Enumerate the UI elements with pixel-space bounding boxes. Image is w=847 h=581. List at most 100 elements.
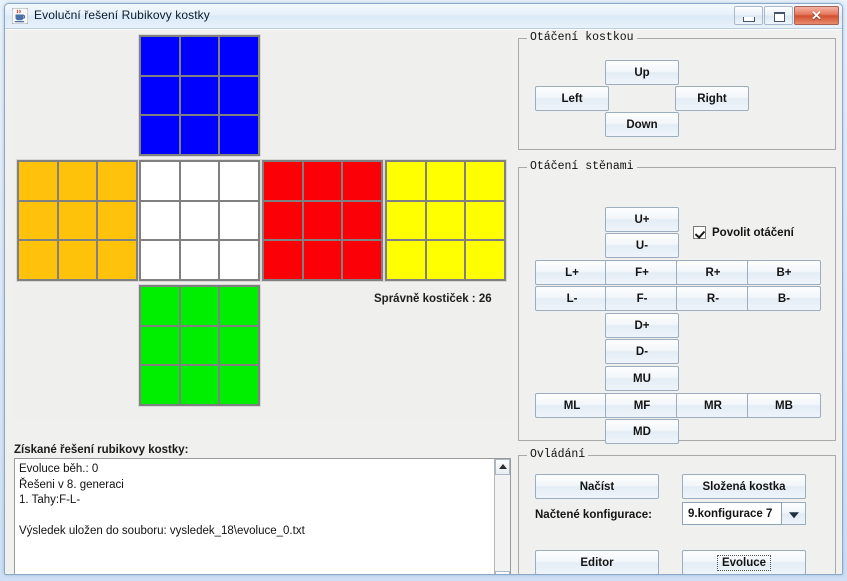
cube-sticker[interactable] — [58, 201, 97, 240]
rotate-d-minus-button[interactable]: D- — [605, 339, 679, 364]
cube-sticker[interactable] — [343, 162, 381, 200]
rotate-l-minus-button[interactable]: L- — [535, 286, 609, 311]
enable-rotation-checkbox[interactable] — [693, 226, 706, 239]
output-scrollbar[interactable] — [494, 459, 510, 574]
chevron-down-icon[interactable] — [782, 502, 806, 525]
cube-face-left[interactable] — [16, 159, 139, 282]
cube-sticker[interactable] — [220, 287, 258, 325]
rotate-left-button[interactable]: Left — [535, 86, 609, 111]
cube-face-front[interactable] — [138, 159, 261, 282]
rotate-d-plus-button[interactable]: D+ — [605, 313, 679, 338]
maximize-button[interactable] — [764, 6, 793, 25]
cube-face-down[interactable] — [138, 284, 261, 407]
cube-sticker[interactable] — [220, 76, 258, 115]
scroll-down-button[interactable] — [495, 571, 510, 574]
cube-sticker[interactable] — [141, 241, 179, 279]
cube-sticker[interactable] — [343, 201, 381, 240]
cube-sticker[interactable] — [426, 241, 465, 279]
cube-sticker[interactable] — [180, 287, 219, 325]
cube-sticker[interactable] — [387, 241, 425, 279]
cube-sticker[interactable] — [58, 241, 97, 279]
cube-sticker[interactable] — [387, 201, 425, 240]
cube-sticker[interactable] — [466, 201, 504, 240]
cube-net-display[interactable]: Správně kostiček : 26 — [11, 33, 512, 418]
cube-sticker[interactable] — [220, 241, 258, 279]
cube-sticker[interactable] — [180, 76, 219, 115]
rotate-f-plus-button[interactable]: F+ — [605, 260, 679, 285]
rotate-f-minus-button[interactable]: F- — [605, 286, 679, 311]
cube-sticker[interactable] — [220, 116, 258, 154]
solved-cube-button[interactable]: Složená kostka — [682, 474, 806, 499]
cube-sticker[interactable] — [303, 241, 342, 279]
cube-sticker[interactable] — [220, 366, 258, 404]
rotate-right-button[interactable]: Right — [675, 86, 749, 111]
rotate-l-plus-button[interactable]: L+ — [535, 260, 609, 285]
config-combobox-value[interactable]: 9.konfigurace 7 — [682, 502, 782, 525]
cube-face-back[interactable] — [384, 159, 507, 282]
cube-sticker[interactable] — [141, 116, 179, 154]
cube-sticker[interactable] — [466, 241, 504, 279]
config-combobox[interactable]: 9.konfigurace 7 — [682, 502, 806, 525]
cube-sticker[interactable] — [426, 201, 465, 240]
rotate-ml-button[interactable]: ML — [535, 393, 609, 418]
cube-sticker[interactable] — [180, 162, 219, 200]
rotate-u-minus-button[interactable]: U- — [605, 233, 679, 258]
cube-sticker[interactable] — [303, 162, 342, 200]
cube-sticker[interactable] — [264, 201, 302, 240]
rotate-md-button[interactable]: MD — [605, 419, 679, 444]
cube-sticker[interactable] — [98, 241, 136, 279]
cube-sticker[interactable] — [141, 366, 179, 404]
output-textarea[interactable]: Evoluce běh.: 0 Řešeni v 8. generaci 1. … — [15, 459, 494, 574]
rotate-down-button[interactable]: Down — [605, 112, 679, 137]
cube-sticker[interactable] — [19, 241, 57, 279]
cube-sticker[interactable] — [98, 162, 136, 200]
cube-sticker[interactable] — [264, 162, 302, 200]
rotate-r-plus-button[interactable]: R+ — [676, 260, 750, 285]
cube-sticker[interactable] — [180, 366, 219, 404]
cube-sticker[interactable] — [220, 37, 258, 75]
scroll-up-button[interactable] — [495, 459, 510, 475]
rotate-mr-button[interactable]: MR — [676, 393, 750, 418]
rotate-up-button[interactable]: Up — [605, 60, 679, 85]
cube-sticker[interactable] — [141, 287, 179, 325]
close-button[interactable]: ✕ — [794, 6, 839, 25]
cube-sticker[interactable] — [466, 162, 504, 200]
scrollbar-track[interactable] — [495, 475, 510, 571]
cube-sticker[interactable] — [180, 241, 219, 279]
evolution-button[interactable]: Evoluce — [682, 550, 806, 574]
rotate-b-plus-button[interactable]: B+ — [747, 260, 821, 285]
cube-sticker[interactable] — [180, 201, 219, 240]
rotate-mb-button[interactable]: MB — [747, 393, 821, 418]
enable-rotation-checkbox-row[interactable]: Povolit otáčení — [693, 226, 794, 239]
rotate-mf-button[interactable]: MF — [605, 393, 679, 418]
cube-sticker[interactable] — [98, 201, 136, 240]
rotate-r-minus-button[interactable]: R- — [676, 286, 750, 311]
cube-sticker[interactable] — [141, 37, 179, 75]
cube-sticker[interactable] — [19, 201, 57, 240]
cube-sticker[interactable] — [220, 201, 258, 240]
cube-sticker[interactable] — [141, 201, 179, 240]
title-bar[interactable]: Evoluční řešení Rubikovy kostky ✕ — [5, 4, 842, 29]
minimize-button[interactable] — [734, 6, 763, 25]
cube-face-right[interactable] — [261, 159, 384, 282]
cube-sticker[interactable] — [303, 201, 342, 240]
cube-sticker[interactable] — [343, 241, 381, 279]
cube-sticker[interactable] — [180, 326, 219, 365]
cube-sticker[interactable] — [180, 37, 219, 75]
cube-sticker[interactable] — [220, 162, 258, 200]
cube-sticker[interactable] — [220, 326, 258, 365]
rotate-b-minus-button[interactable]: B- — [747, 286, 821, 311]
cube-sticker[interactable] — [426, 162, 465, 200]
cube-sticker[interactable] — [180, 116, 219, 154]
cube-sticker[interactable] — [141, 326, 179, 365]
rotate-u-plus-button[interactable]: U+ — [605, 207, 679, 232]
cube-sticker[interactable] — [264, 241, 302, 279]
cube-sticker[interactable] — [19, 162, 57, 200]
load-button[interactable]: Načíst — [535, 474, 659, 499]
cube-sticker[interactable] — [141, 76, 179, 115]
editor-button[interactable]: Editor — [535, 550, 659, 574]
rotate-mu-button[interactable]: MU — [605, 366, 679, 391]
cube-sticker[interactable] — [141, 162, 179, 200]
cube-sticker[interactable] — [58, 162, 97, 200]
cube-face-up[interactable] — [138, 34, 261, 157]
